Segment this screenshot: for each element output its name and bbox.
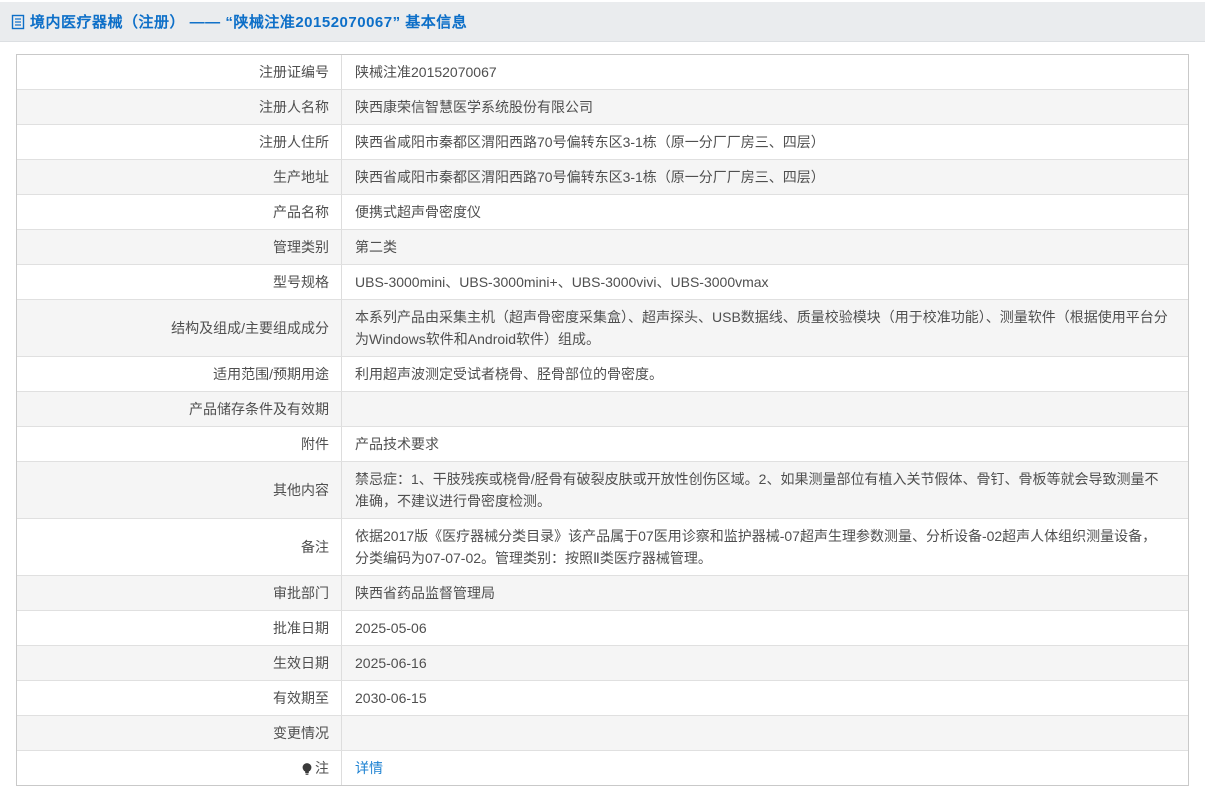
row-value: UBS-3000mini、UBS-3000mini+、UBS-3000vivi、… xyxy=(355,274,769,290)
lightbulb-icon xyxy=(301,762,313,777)
row-value: 陕西省咸阳市秦都区渭阳西路70号偏转东区3-1栋（原一分厂厂房三、四层） xyxy=(355,169,825,185)
table-row-remarks: 备注 依据2017版《医疗器械分类目录》该产品属于07医用诊察和监护器械-07超… xyxy=(17,518,1188,575)
page-title: 境内医疗器械（注册） —— “陕械注准20152070067” 基本信息 xyxy=(30,14,468,31)
row-label: 变更情况 xyxy=(17,716,342,750)
row-label: 管理类别 xyxy=(17,230,342,264)
row-value: 陕械注准20152070067 xyxy=(355,64,497,80)
table-row-change-status: 变更情况 xyxy=(17,715,1188,750)
row-value: 2025-05-06 xyxy=(355,620,427,636)
row-value: 依据2017版《医疗器械分类目录》该产品属于07医用诊察和监护器械-07超声生理… xyxy=(355,528,1157,566)
row-label: 注册人名称 xyxy=(17,90,342,124)
row-value: 2025-06-16 xyxy=(355,655,427,671)
registration-info-table: 注册证编号 陕械注准20152070067 注册人名称 陕西康荣信智慧医学系统股… xyxy=(16,54,1189,786)
row-value: 本系列产品由采集主机（超声骨密度采集盒）、超声探头、USB数据线、质量校验模块（… xyxy=(355,309,1168,347)
table-row-registrant-address: 注册人住所 陕西省咸阳市秦都区渭阳西路70号偏转东区3-1栋（原一分厂厂房三、四… xyxy=(17,124,1188,159)
table-row-note: 注 详情 xyxy=(17,750,1188,785)
row-label: 注册人住所 xyxy=(17,125,342,159)
table-row-attachment: 附件 产品技术要求 xyxy=(17,426,1188,461)
row-label: 型号规格 xyxy=(17,265,342,299)
row-label: 有效期至 xyxy=(17,681,342,715)
table-row-expiry-date: 有效期至 2030-06-15 xyxy=(17,680,1188,715)
row-value: 陕西康荣信智慧医学系统股份有限公司 xyxy=(355,99,593,115)
row-value: 2030-06-15 xyxy=(355,690,427,706)
row-label: 附件 xyxy=(17,427,342,461)
table-row-product-name: 产品名称 便携式超声骨密度仪 xyxy=(17,194,1188,229)
row-label: 生效日期 xyxy=(17,646,342,680)
table-row-other-content: 其他内容 禁忌症：1、干肢残疾或桡骨/胫骨有破裂皮肤或开放性创伤区域。2、如果测… xyxy=(17,461,1188,518)
row-label: 生产地址 xyxy=(17,160,342,194)
page-header: 境内医疗器械（注册） —— “陕械注准20152070067” 基本信息 xyxy=(0,2,1205,42)
row-label: 其他内容 xyxy=(17,462,342,518)
row-value: 便携式超声骨密度仪 xyxy=(355,204,481,220)
row-label: 审批部门 xyxy=(17,576,342,610)
row-label: 批准日期 xyxy=(17,611,342,645)
note-details-link[interactable]: 详情 xyxy=(355,757,383,779)
table-row-management-class: 管理类别 第二类 xyxy=(17,229,1188,264)
row-label: 适用范围/预期用途 xyxy=(17,357,342,391)
row-label: 产品储存条件及有效期 xyxy=(17,392,342,426)
row-label: 备注 xyxy=(17,519,342,575)
row-value: 陕西省咸阳市秦都区渭阳西路70号偏转东区3-1栋（原一分厂厂房三、四层） xyxy=(355,134,825,150)
row-label: 结构及组成/主要组成成分 xyxy=(17,300,342,356)
row-label: 注册证编号 xyxy=(17,55,342,89)
table-row-intended-use: 适用范围/预期用途 利用超声波测定受试者桡骨、胫骨部位的骨密度。 xyxy=(17,356,1188,391)
table-row-approval-date: 批准日期 2025-05-06 xyxy=(17,610,1188,645)
table-row-production-address: 生产地址 陕西省咸阳市秦都区渭阳西路70号偏转东区3-1栋（原一分厂厂房三、四层… xyxy=(17,159,1188,194)
table-row-registration-number: 注册证编号 陕械注准20152070067 xyxy=(17,55,1188,89)
row-value: 第二类 xyxy=(355,239,397,255)
table-row-approval-department: 审批部门 陕西省药品监督管理局 xyxy=(17,575,1188,610)
row-label: 注 xyxy=(17,751,342,785)
row-label: 产品名称 xyxy=(17,195,342,229)
row-value: 禁忌症：1、干肢残疾或桡骨/胫骨有破裂皮肤或开放性创伤区域。2、如果测量部位有植… xyxy=(355,471,1159,509)
table-row-effective-date: 生效日期 2025-06-16 xyxy=(17,645,1188,680)
table-row-registrant-name: 注册人名称 陕西康荣信智慧医学系统股份有限公司 xyxy=(17,89,1188,124)
row-value: 利用超声波测定受试者桡骨、胫骨部位的骨密度。 xyxy=(355,366,663,382)
note-label: 注 xyxy=(315,760,329,776)
table-row-model-spec: 型号规格 UBS-3000mini、UBS-3000mini+、UBS-3000… xyxy=(17,264,1188,299)
table-row-storage-conditions: 产品储存条件及有效期 xyxy=(17,391,1188,426)
row-value: 陕西省药品监督管理局 xyxy=(355,585,495,601)
row-value: 产品技术要求 xyxy=(355,436,439,452)
table-row-structure-composition: 结构及组成/主要组成成分 本系列产品由采集主机（超声骨密度采集盒）、超声探头、U… xyxy=(17,299,1188,356)
document-icon xyxy=(10,14,26,30)
